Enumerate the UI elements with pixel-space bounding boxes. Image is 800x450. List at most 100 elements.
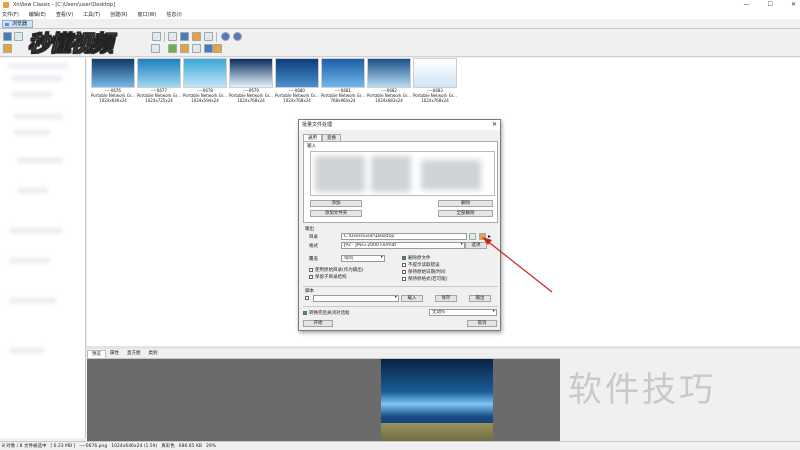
folder-up-icon[interactable] [14, 32, 23, 41]
options-button[interactable]: 选项 [465, 242, 487, 249]
preview-tabs: 预览 属性 直方图 类别 [87, 350, 560, 359]
script-select[interactable] [313, 295, 399, 302]
no-error-prompt-checkbox[interactable]: 不提示读取错误 [402, 262, 440, 268]
close-button[interactable]: ✕ [791, 1, 796, 8]
cancel-button[interactable]: 取消 [467, 320, 497, 327]
input-file-list[interactable] [310, 151, 495, 196]
blurred-tree-item [10, 228, 62, 233]
window-controls: — ☐ ✕ [744, 1, 796, 8]
maximize-button[interactable]: ☐ [768, 1, 773, 8]
tab-strip: 浏览器 [0, 19, 800, 29]
preview-pane [87, 359, 560, 441]
settings-icon[interactable] [221, 32, 230, 41]
menu-create[interactable]: 创建(R) [110, 11, 127, 18]
add-folder-button[interactable]: 添加文件夹 [310, 210, 362, 217]
batch-convert-dialog: 批量文件处理 ✕ 通用 变换 输入 添加 添加文件夹 删除 全部删除 输出 目录… [298, 119, 501, 331]
blurred-tree-item [12, 92, 52, 97]
folder-tree-panel[interactable] [0, 58, 86, 438]
scan-icon[interactable] [204, 32, 213, 41]
tab-properties[interactable]: 属性 [106, 350, 123, 358]
minimize-button[interactable]: — [744, 1, 750, 8]
thumbnail-dims: 1024x646x24 [99, 98, 127, 103]
thumbnail-item[interactable]: ----0682 Portable Network Gr... 1024x683… [367, 58, 411, 103]
keep-format-checkbox[interactable]: 保持原格式(若可能) [402, 276, 448, 282]
thumbnail-dims: 1024x768x24 [237, 98, 265, 103]
home-icon[interactable] [3, 32, 12, 41]
view-mode-icon[interactable] [151, 44, 160, 53]
menu-file[interactable]: 文件(F) [2, 11, 19, 18]
overwrite-select[interactable]: 询问 [341, 255, 385, 262]
close-on-done-label: 转换完后关闭对话框 [309, 311, 350, 316]
checkbox [309, 268, 313, 272]
thumbnail-item[interactable]: ----0679 Portable Network Gr... 1024x768… [229, 58, 273, 103]
app-icon [3, 2, 9, 8]
status-count: 8 对象 / 8 文件被选中 [2, 444, 47, 449]
refresh-icon[interactable] [204, 44, 213, 53]
thumbnail-item[interactable]: ----0676 Portable Network Gr... 1024x646… [91, 58, 135, 103]
tab-preview[interactable]: 预览 [87, 350, 106, 358]
input-label: 输入 [307, 144, 316, 149]
tab-histogram[interactable]: 直方图 [123, 350, 145, 358]
status-size: [ 6.23 MB ] [50, 443, 76, 449]
menu-tools[interactable]: 工具(T) [83, 11, 100, 18]
menu-edit[interactable]: 编辑(E) [29, 11, 46, 18]
print-icon[interactable] [192, 32, 201, 41]
use-source-dir-checkbox[interactable]: 使用原始目录(作为输出) [309, 267, 364, 273]
keep-date-label: 保持原始日期/时间 [408, 270, 446, 275]
sort-icon[interactable] [168, 44, 177, 53]
blurred-tree-item [10, 348, 44, 353]
keep-date-checkbox[interactable]: 保持原始日期/时间 [402, 269, 446, 275]
after-action-select[interactable]: 无动作 [429, 309, 497, 316]
info-icon[interactable] [233, 32, 242, 41]
status-color: 真彩色 [161, 444, 175, 449]
dialog-title: 批量文件处理 [299, 120, 500, 130]
thumbnail-item[interactable]: ----0683 Portable Network Gr... 1024x768… [413, 58, 457, 103]
delete-all-button[interactable]: 全部删除 [438, 210, 493, 217]
keep-subdir-checkbox[interactable]: 保留子目录结构 [309, 274, 347, 280]
watermark-text: 软件技巧 [568, 370, 716, 410]
status-dims: 1024x646x24 (1.59) [111, 443, 158, 449]
tab-categories[interactable]: 类别 [145, 350, 162, 358]
checkbox [309, 275, 313, 279]
format-select[interactable]: JP2 - JPEG-2000 Format [341, 242, 465, 249]
overwrite-label: 覆盖 [309, 257, 318, 262]
delete-button[interactable]: 删除 [438, 200, 493, 207]
select-icon[interactable] [192, 44, 201, 53]
load-button[interactable]: 载入 [401, 295, 423, 302]
thumbnail-image [137, 58, 181, 88]
thumbnail-item[interactable]: ----0681 Portable Network Gr... 768x960x… [321, 58, 365, 103]
slideshow-icon[interactable] [180, 32, 189, 41]
browse-folder-icon[interactable] [469, 233, 476, 240]
close-on-done-checkbox[interactable]: 转换完后关闭对话框 [303, 310, 350, 316]
blurred-tree-item [14, 130, 50, 135]
folder-icon [5, 23, 9, 26]
fullscreen-icon[interactable] [168, 32, 177, 41]
favorite-folder-icon[interactable] [479, 233, 486, 240]
save-button[interactable]: 保存 [435, 295, 457, 302]
script-label: 脚本 [305, 289, 314, 294]
output-dir-field[interactable]: C:\Users\user\Desktop [341, 233, 467, 240]
folder-tree-icon[interactable] [3, 44, 12, 53]
thumbnail-item[interactable]: ----0677 Portable Network Gr... 1024x725… [137, 58, 181, 103]
export-button[interactable]: 输出 [469, 295, 491, 302]
blurred-file-entry [421, 160, 481, 190]
status-bar: 8 对象 / 8 文件被选中 [ 6.23 MB ] ----0676.png … [0, 441, 800, 450]
preview-image [381, 359, 493, 441]
filter-icon[interactable] [180, 44, 189, 53]
menu-info[interactable]: 信息(I) [166, 11, 181, 18]
blurred-tree-item [10, 258, 50, 263]
favorite-star-icon[interactable] [213, 44, 222, 53]
dialog-close-button[interactable]: ✕ [492, 121, 497, 128]
thumbnail-item[interactable]: ----0678 Portable Network Gr... 1024x594… [183, 58, 227, 103]
thumbnail-item[interactable]: ----0680 Portable Network Gr... 1024x768… [275, 58, 319, 103]
pane-splitter[interactable] [87, 346, 800, 349]
image-icon[interactable] [152, 32, 161, 41]
menu-window[interactable]: 窗口(W) [138, 11, 157, 18]
play-arrow-icon[interactable]: ▸ [488, 233, 491, 240]
status-zoom: 29% [206, 443, 217, 449]
delete-source-checkbox[interactable]: 删除原文件 [402, 255, 431, 261]
script-enable-checkbox[interactable] [305, 296, 311, 300]
menu-view[interactable]: 查看(V) [56, 11, 73, 18]
add-button[interactable]: 添加 [310, 200, 362, 207]
start-button[interactable]: 开始 [303, 320, 333, 327]
